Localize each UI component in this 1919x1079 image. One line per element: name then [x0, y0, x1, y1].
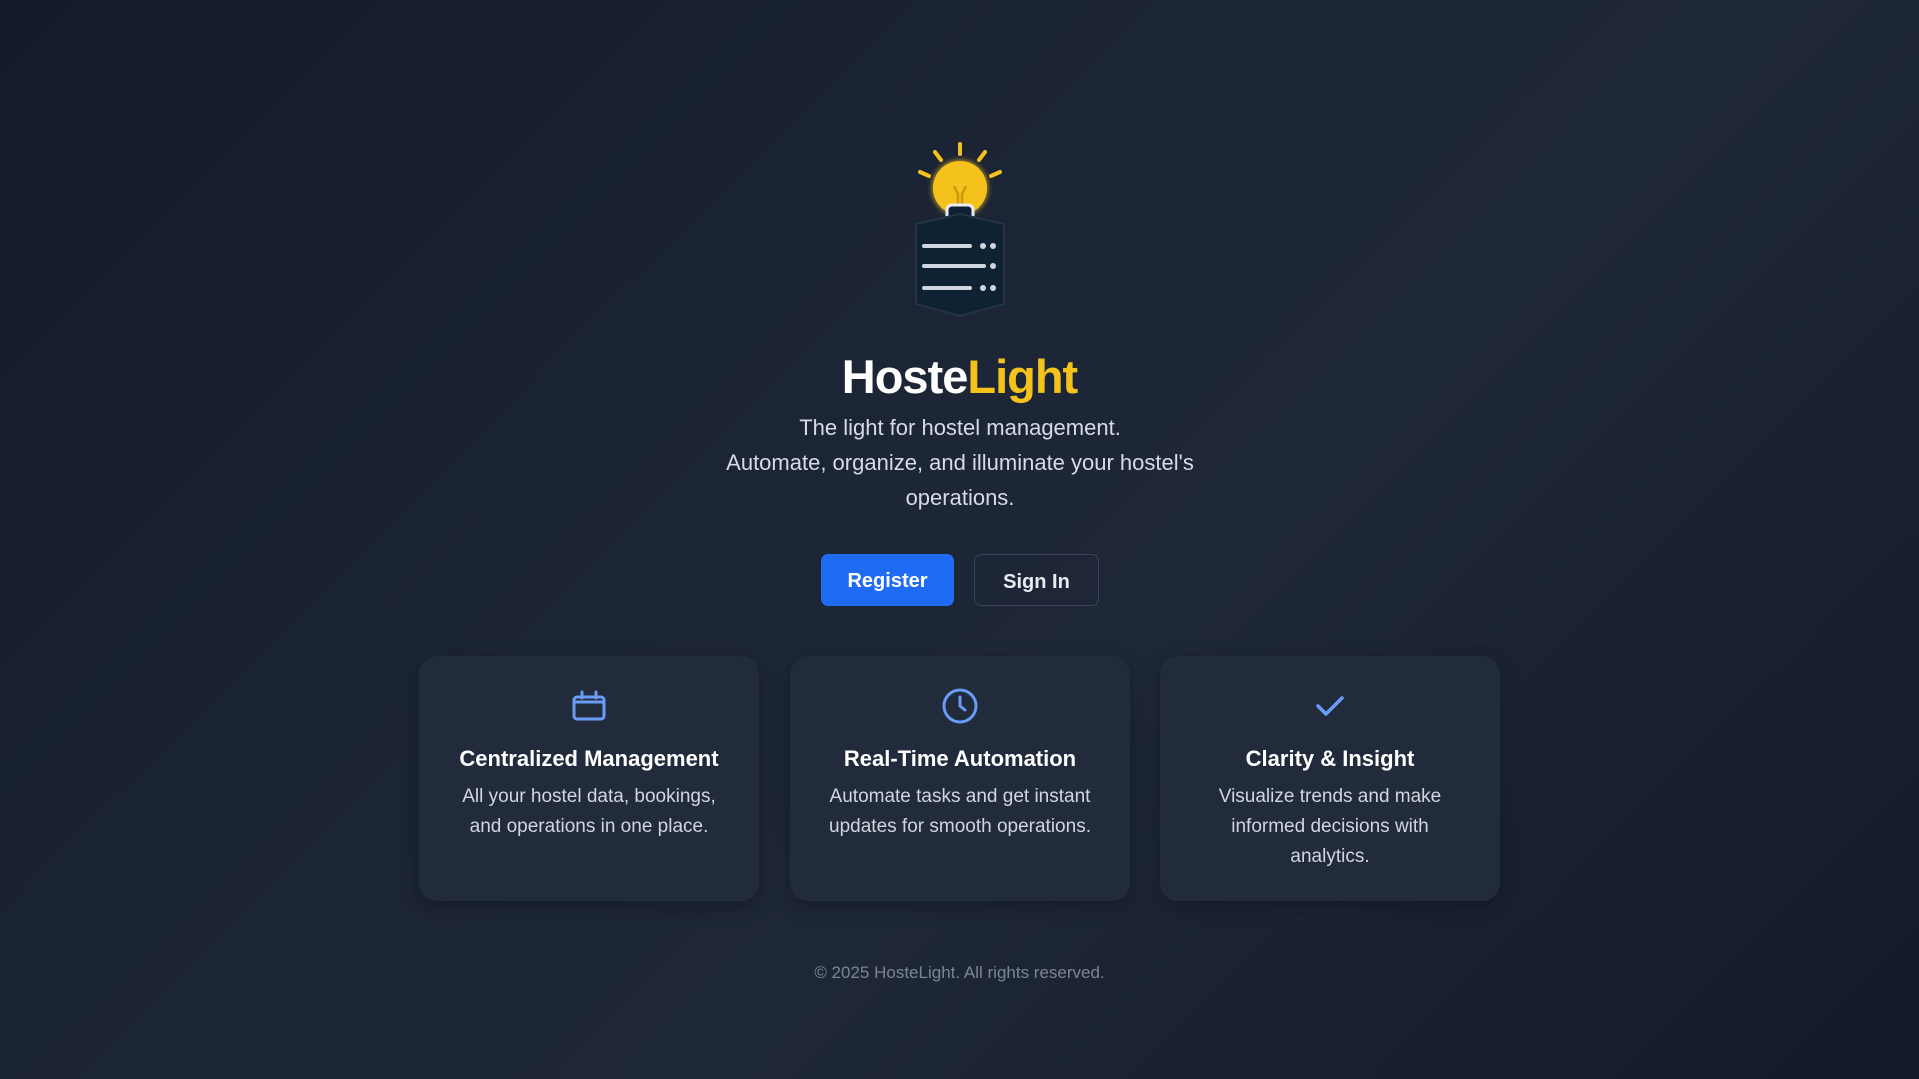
feature-card-clarity-insight: Clarity & Insight Visualize trends and m…: [1160, 656, 1500, 901]
tagline-line2: Automate, organize, and illuminate your …: [726, 450, 1194, 510]
feature-card-real-time-automation: Real-Time Automation Automate tasks and …: [790, 656, 1130, 901]
footer-copyright: © 2025 HosteLight. All rights reserved.: [814, 963, 1105, 982]
sign-in-button[interactable]: Sign In: [974, 554, 1099, 606]
lightbulb-server-icon: [900, 138, 1020, 324]
register-button[interactable]: Register: [821, 554, 954, 606]
calendar-icon: [419, 686, 759, 726]
brand-name-part1: Hoste: [841, 350, 969, 403]
tagline: The light for hostel management. Automat…: [710, 410, 1210, 515]
tagline-line1: The light for hostel management.: [799, 415, 1121, 440]
checkmark-icon: [1160, 686, 1500, 726]
feature-title: Real-Time Automation: [843, 746, 1077, 771]
feature-card-centralized-management: Centralized Management All your hostel d…: [419, 656, 759, 901]
clock-icon: [790, 686, 1130, 726]
feature-description: Automate tasks and get instant updates f…: [829, 786, 1091, 837]
feature-description: All your hostel data, bookings, and oper…: [462, 786, 716, 837]
landing-page: HosteLight The light for hostel manageme…: [0, 0, 1919, 1079]
feature-title: Clarity & Insight: [1245, 746, 1415, 771]
brand-name-part2: Light: [967, 350, 1078, 403]
feature-description: Visualize trends and make informed decis…: [1218, 786, 1442, 867]
feature-title: Centralized Management: [459, 746, 719, 771]
brand-title: HosteLight: [0, 346, 1919, 408]
